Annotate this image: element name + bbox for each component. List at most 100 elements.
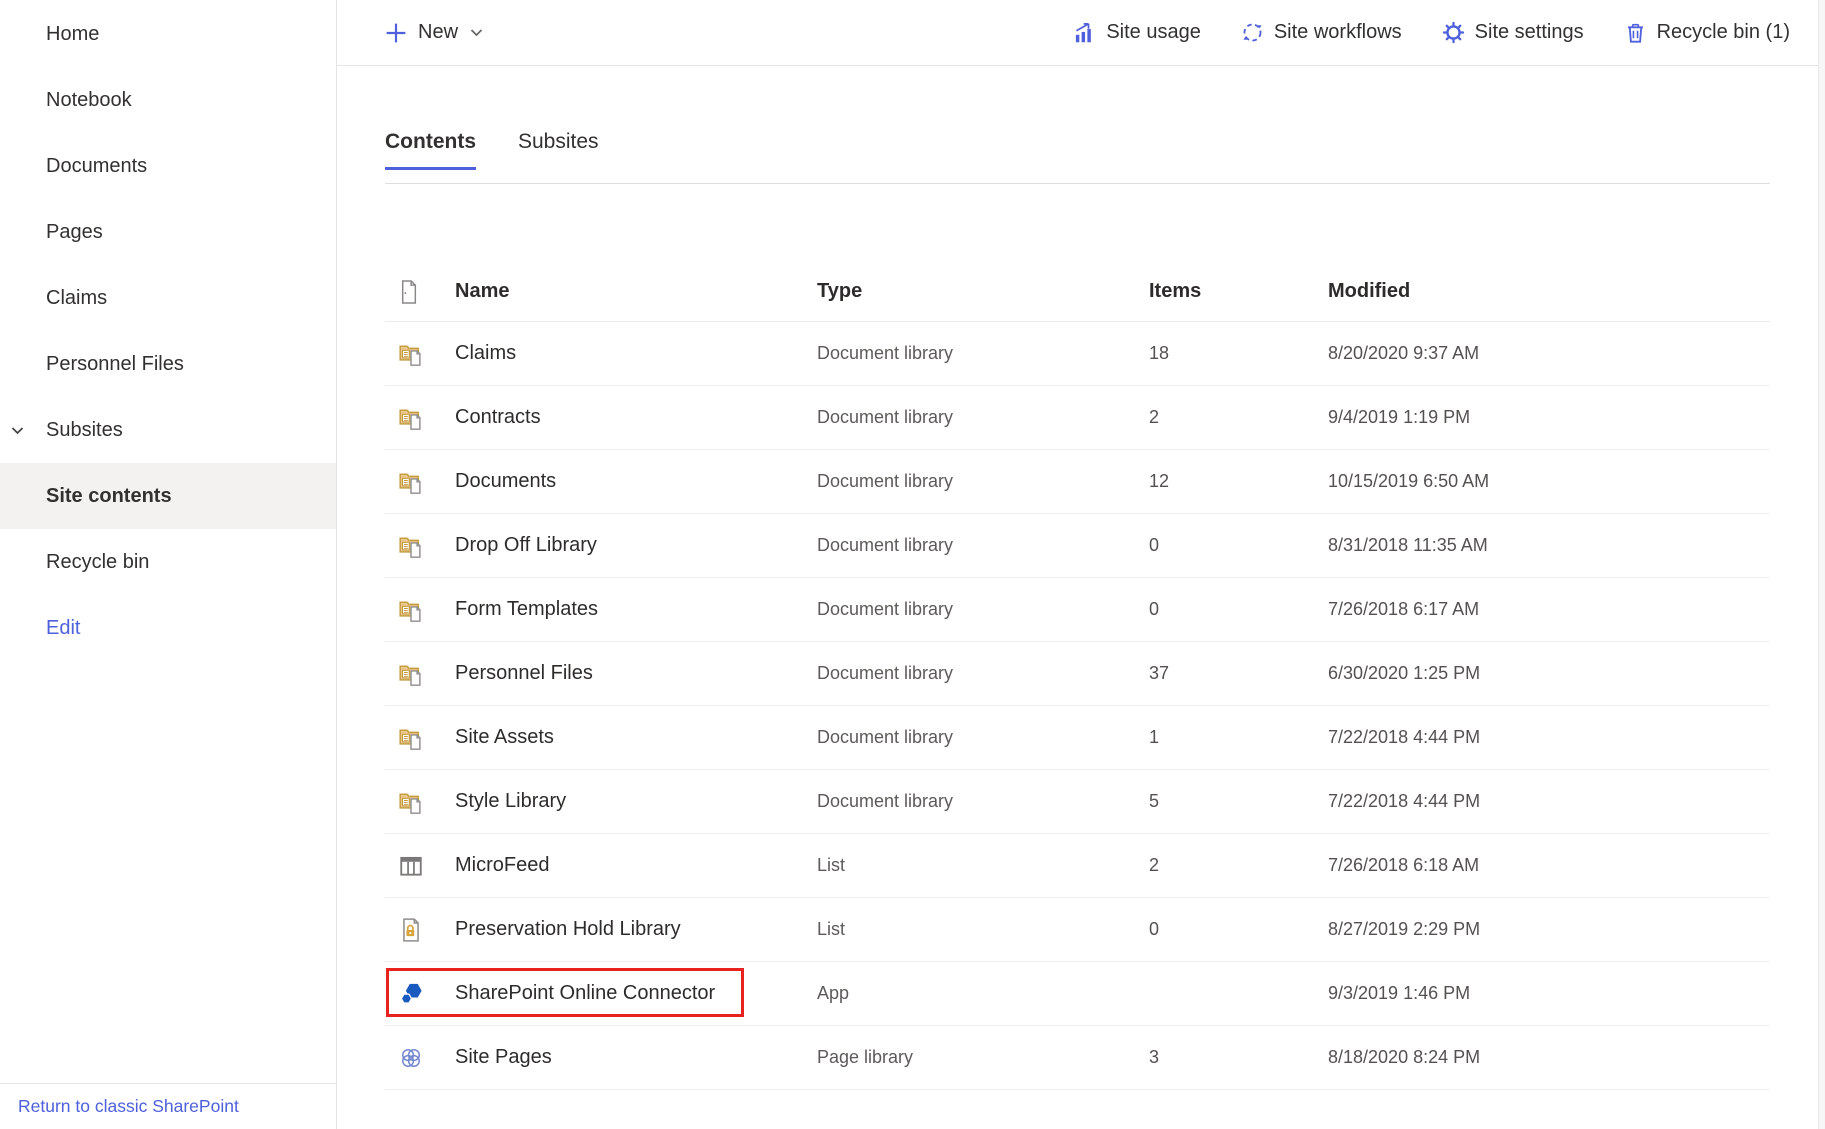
sync-icon <box>1241 21 1264 44</box>
tab[interactable]: Contents <box>385 130 476 170</box>
sidebar-item-label: Notebook <box>46 89 132 111</box>
sidebar-item-label: Documents <box>46 155 147 177</box>
row-items: 0 <box>1149 535 1328 556</box>
sidebar-nav: Home Notebook Documents Pages Claims <box>0 0 336 661</box>
row-modified: 7/22/2018 4:44 PM <box>1328 727 1770 748</box>
sidebar-item[interactable]: Site contents <box>0 463 336 529</box>
table-row[interactable]: Form Templates Document library 0 7/26/2… <box>385 578 1770 642</box>
document-library-icon <box>385 469 455 495</box>
row-name[interactable]: Form Templates <box>455 598 817 621</box>
vertical-scrollbar[interactable] <box>1818 0 1825 1129</box>
command-action[interactable]: Site settings <box>1442 21 1584 44</box>
row-name[interactable]: Style Library <box>455 790 817 813</box>
new-button[interactable]: New <box>385 21 484 44</box>
row-items: 12 <box>1149 471 1328 492</box>
document-library-icon <box>385 661 455 687</box>
sidebar-item[interactable]: Home <box>0 1 336 67</box>
table-row[interactable]: MicroFeed List 2 7/26/2018 6:18 AM <box>385 834 1770 898</box>
sidebar-item-label: Subsites <box>46 419 123 441</box>
tabs-divider <box>385 183 1770 184</box>
row-name[interactable]: Drop Off Library <box>455 534 817 557</box>
gear-icon <box>1442 21 1465 44</box>
row-type: List <box>817 855 1149 876</box>
table-header: Name Type Items Modified <box>385 262 1770 322</box>
command-action[interactable]: Site workflows <box>1241 21 1402 44</box>
sidebar-item[interactable]: Pages <box>0 199 336 265</box>
command-action[interactable]: Recycle bin (1) <box>1624 21 1790 44</box>
sharepoint-app-icon <box>385 980 455 1007</box>
row-name[interactable]: Documents <box>455 470 817 493</box>
tab[interactable]: Subsites <box>518 130 599 170</box>
table-row[interactable]: Site Assets Document library 1 7/22/2018… <box>385 706 1770 770</box>
row-modified: 8/27/2019 2:29 PM <box>1328 919 1770 940</box>
sidebar-item-label: Personnel Files <box>46 353 184 375</box>
row-type: Document library <box>817 727 1149 748</box>
column-header-modified[interactable]: Modified <box>1328 280 1770 303</box>
table-row[interactable]: Site Pages Page library 3 8/18/2020 8:24… <box>385 1026 1770 1090</box>
table-body: Claims Document library 18 8/20/2020 9:3… <box>385 322 1770 1090</box>
row-name[interactable]: Site Pages <box>455 1046 817 1069</box>
table-row[interactable]: Personnel Files Document library 37 6/30… <box>385 642 1770 706</box>
command-bar-actions: Site usage Site workflows Site settings … <box>1073 21 1790 44</box>
sidebar-item[interactable]: Notebook <box>0 67 336 133</box>
sidebar-item-label: Recycle bin <box>46 551 149 573</box>
document-library-icon <box>385 341 455 367</box>
sidebar-item-label: Claims <box>46 287 107 309</box>
row-type: Document library <box>817 599 1149 620</box>
column-header-type[interactable]: Type <box>817 280 1149 303</box>
column-header-name[interactable]: Name <box>455 280 817 303</box>
row-modified: 8/31/2018 11:35 AM <box>1328 535 1770 556</box>
row-items: 2 <box>1149 855 1328 876</box>
contents-table: Name Type Items Modified Claims Document… <box>385 262 1770 1090</box>
row-modified: 6/30/2020 1:25 PM <box>1328 663 1770 684</box>
table-row[interactable]: Style Library Document library 5 7/22/20… <box>385 770 1770 834</box>
table-row[interactable]: Preservation Hold Library List 0 8/27/20… <box>385 898 1770 962</box>
lock-doc-icon <box>385 917 455 943</box>
column-header-items[interactable]: Items <box>1149 280 1328 303</box>
sidebar-item[interactable]: Recycle bin <box>0 529 336 595</box>
row-items: 3 <box>1149 1047 1328 1068</box>
row-name[interactable]: Preservation Hold Library <box>455 918 817 941</box>
sidebar-item[interactable]: Edit <box>0 595 336 661</box>
row-name[interactable]: Personnel Files <box>455 662 817 685</box>
sidebar-item[interactable]: Claims <box>0 265 336 331</box>
row-type: Document library <box>817 663 1149 684</box>
new-button-label: New <box>418 21 458 44</box>
row-items: 0 <box>1149 919 1328 940</box>
command-action-label: Recycle bin (1) <box>1657 21 1790 44</box>
table-row[interactable]: Documents Document library 12 10/15/2019… <box>385 450 1770 514</box>
sidebar-item-label: Pages <box>46 221 103 243</box>
row-modified: 7/26/2018 6:18 AM <box>1328 855 1770 876</box>
table-row[interactable]: Claims Document library 18 8/20/2020 9:3… <box>385 322 1770 386</box>
row-name[interactable]: Claims <box>455 342 817 365</box>
table-row[interactable]: Contracts Document library 2 9/4/2019 1:… <box>385 386 1770 450</box>
row-items: 37 <box>1149 663 1328 684</box>
row-name[interactable]: MicroFeed <box>455 854 817 877</box>
row-type: Document library <box>817 471 1149 492</box>
row-name[interactable]: Contracts <box>455 406 817 429</box>
row-items: 0 <box>1149 599 1328 620</box>
sidebar-item-label: Edit <box>46 617 80 639</box>
tabs: Contents Subsites <box>385 130 1825 170</box>
row-modified: 8/18/2020 8:24 PM <box>1328 1047 1770 1068</box>
page-icon <box>385 279 455 305</box>
row-items: 1 <box>1149 727 1328 748</box>
command-action[interactable]: Site usage <box>1073 21 1201 44</box>
command-action-label: Site workflows <box>1274 21 1402 44</box>
sidebar-item[interactable]: Subsites <box>0 397 336 463</box>
return-classic-link[interactable]: Return to classic SharePoint <box>18 1096 239 1117</box>
row-modified: 9/3/2019 1:46 PM <box>1328 983 1770 1004</box>
command-action-label: Site settings <box>1475 21 1584 44</box>
row-modified: 7/22/2018 4:44 PM <box>1328 791 1770 812</box>
row-name[interactable]: Site Assets <box>455 726 817 749</box>
sidebar-item[interactable]: Documents <box>0 133 336 199</box>
plus-icon <box>385 22 407 44</box>
site-pages-icon <box>385 1045 455 1071</box>
row-type: List <box>817 919 1149 940</box>
sidebar-item[interactable]: Personnel Files <box>0 331 336 397</box>
row-name[interactable]: SharePoint Online Connector <box>455 982 817 1005</box>
document-library-icon <box>385 789 455 815</box>
table-row[interactable]: SharePoint Online Connector App 9/3/2019… <box>385 962 1770 1026</box>
table-row[interactable]: Drop Off Library Document library 0 8/31… <box>385 514 1770 578</box>
bar-chart-icon <box>1073 21 1096 44</box>
